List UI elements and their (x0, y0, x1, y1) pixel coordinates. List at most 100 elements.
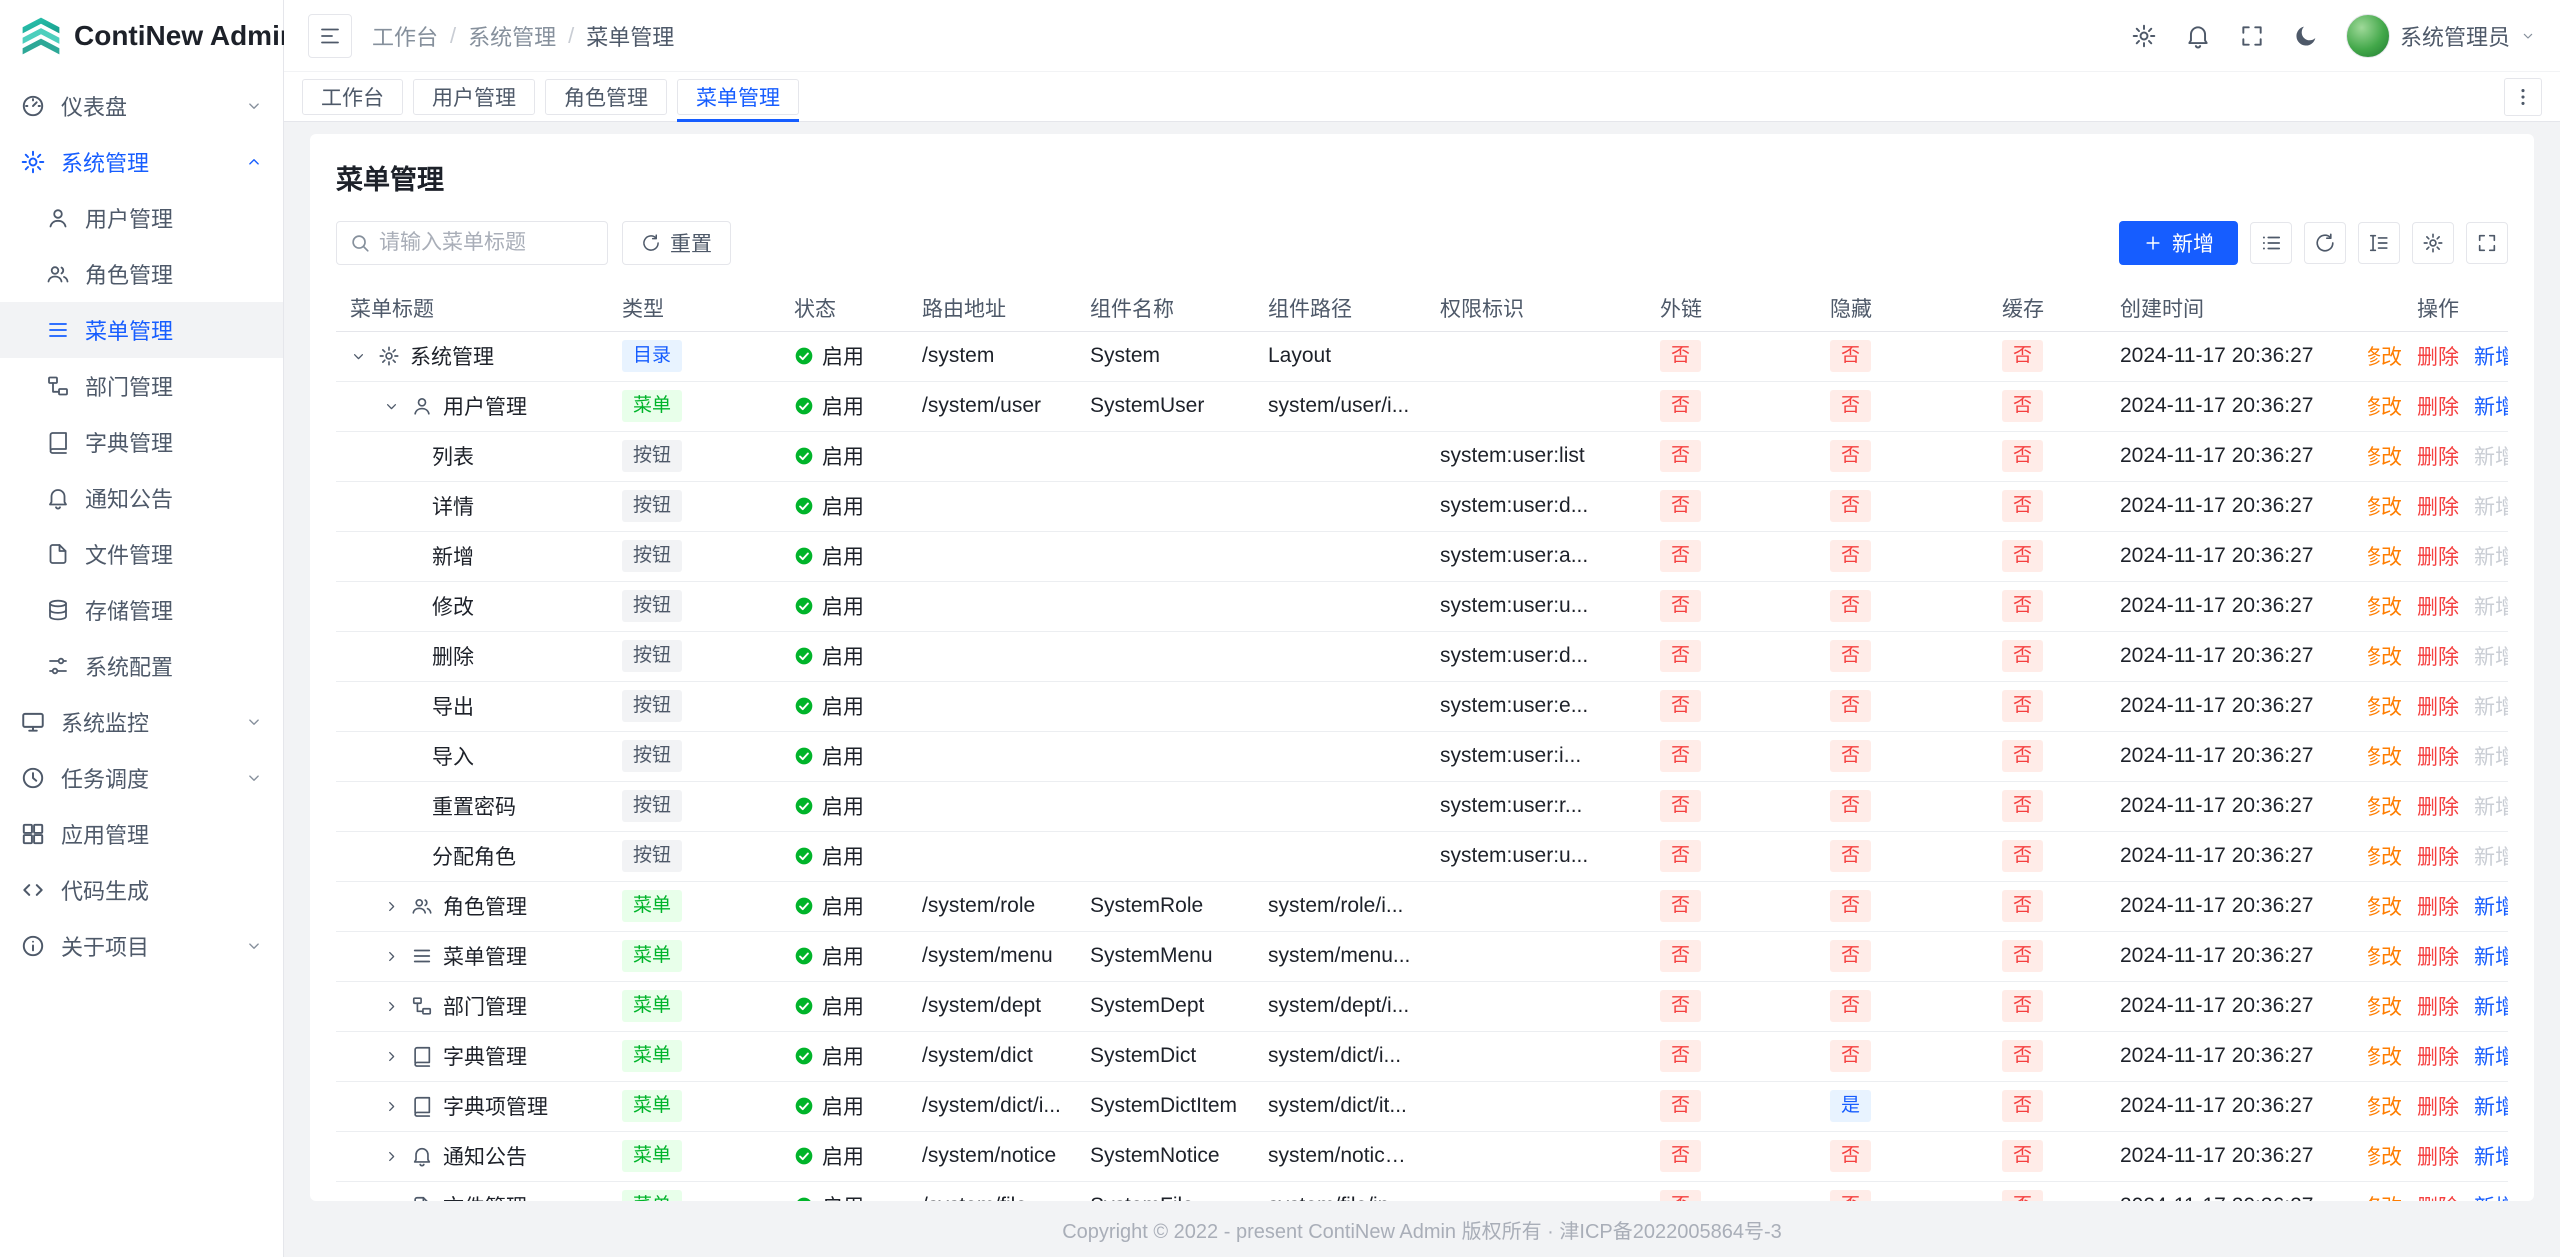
expand-closed-chevron-icon[interactable] (383, 1048, 411, 1065)
add-link[interactable]: 新增 (2474, 891, 2508, 921)
table-row: 列表按钮启用system:user:list否否否2024-11-17 20:3… (336, 431, 2508, 481)
expand-closed-chevron-icon[interactable] (383, 998, 411, 1015)
add-button[interactable]: 新增 (2119, 221, 2238, 265)
delete-link[interactable]: 删除 (2417, 841, 2459, 871)
status-label: 启用 (822, 341, 864, 371)
edit-link[interactable]: 修改 (2368, 941, 2402, 971)
edit-link[interactable]: 修改 (2368, 991, 2402, 1021)
breadcrumb-item[interactable]: 系统管理 (468, 20, 556, 52)
delete-link[interactable]: 删除 (2417, 1041, 2459, 1071)
edit-link[interactable]: 修改 (2368, 791, 2402, 821)
edit-link[interactable]: 修改 (2368, 741, 2402, 771)
sidebar-item[interactable]: 仪表盘 (0, 78, 283, 134)
expand-open-chevron-icon[interactable] (383, 398, 411, 415)
logo[interactable]: ContiNew Admin (0, 0, 283, 72)
edit-link[interactable]: 修改 (2368, 1091, 2402, 1121)
sidebar-item[interactable]: 应用管理 (0, 806, 283, 862)
expand-closed-chevron-icon[interactable] (383, 1148, 411, 1165)
edit-link[interactable]: 修改 (2368, 1041, 2402, 1071)
edit-link[interactable]: 修改 (2368, 491, 2402, 521)
user-menu[interactable]: 系统管理员 (2346, 14, 2536, 58)
sidebar-subitem[interactable]: 用户管理 (0, 190, 283, 246)
add-link[interactable]: 新增 (2474, 991, 2508, 1021)
delete-link[interactable]: 删除 (2417, 791, 2459, 821)
sidebar-subitem[interactable]: 角色管理 (0, 246, 283, 302)
add-link[interactable]: 新增 (2474, 941, 2508, 971)
edit-link[interactable]: 修改 (2368, 1141, 2402, 1171)
add-link[interactable]: 新增 (2474, 1041, 2508, 1071)
refresh-table-button[interactable] (2304, 222, 2346, 264)
row-height-button[interactable] (2358, 222, 2400, 264)
notifications-bell-icon[interactable] (2174, 12, 2222, 60)
delete-link[interactable]: 删除 (2417, 491, 2459, 521)
add-link[interactable]: 新增 (2474, 1141, 2508, 1171)
collapse-sidebar-button[interactable] (308, 14, 352, 58)
delete-link[interactable]: 删除 (2417, 441, 2459, 471)
expand-closed-chevron-icon[interactable] (383, 1098, 411, 1115)
column-settings-gear-button[interactable] (2412, 222, 2454, 264)
delete-link[interactable]: 删除 (2417, 541, 2459, 571)
expand-closed-chevron-icon[interactable] (383, 948, 411, 965)
edit-link[interactable]: 修改 (2368, 541, 2402, 571)
sidebar-subitem[interactable]: 字典管理 (0, 414, 283, 470)
list-view-button[interactable] (2250, 222, 2292, 264)
sidebar-item[interactable]: 关于项目 (0, 918, 283, 974)
sidebar-subitem[interactable]: 通知公告 (0, 470, 283, 526)
breadcrumb-item[interactable]: 工作台 (372, 20, 438, 52)
sidebar-item[interactable]: 代码生成 (0, 862, 283, 918)
delete-link[interactable]: 删除 (2417, 1141, 2459, 1171)
expand-open-chevron-icon[interactable] (350, 348, 378, 365)
add-link[interactable]: 新增 (2474, 341, 2508, 371)
sidebar-subitem[interactable]: 存储管理 (0, 582, 283, 638)
fullscreen-icon[interactable] (2228, 12, 2276, 60)
sidebar-subitem[interactable]: 菜单管理 (0, 302, 283, 358)
delete-link[interactable]: 删除 (2417, 641, 2459, 671)
delete-link[interactable]: 删除 (2417, 391, 2459, 421)
yes-no-badge: 否 (1830, 940, 1871, 972)
edit-link[interactable]: 修改 (2368, 691, 2402, 721)
sidebar-subitem[interactable]: 部门管理 (0, 358, 283, 414)
search-input[interactable] (379, 231, 595, 255)
edit-link[interactable]: 修改 (2368, 441, 2402, 471)
permission-cell (1426, 931, 1646, 981)
edit-link[interactable]: 修改 (2368, 341, 2402, 371)
logo-icon (20, 15, 62, 57)
sidebar-item[interactable]: 系统管理 (0, 134, 283, 190)
sidebar-item[interactable]: 系统监控 (0, 694, 283, 750)
sidebar-subitem[interactable]: 文件管理 (0, 526, 283, 582)
edit-link[interactable]: 修改 (2368, 841, 2402, 871)
column-header: 创建时间 (2106, 285, 2368, 331)
reset-button[interactable]: 重置 (622, 221, 731, 265)
edit-link[interactable]: 修改 (2368, 891, 2402, 921)
tab[interactable]: 用户管理 (413, 79, 535, 115)
delete-link[interactable]: 删除 (2417, 1091, 2459, 1121)
edit-link[interactable]: 修改 (2368, 1191, 2402, 1201)
tab[interactable]: 菜单管理 (677, 79, 799, 115)
expand-closed-chevron-icon[interactable] (383, 898, 411, 915)
tab[interactable]: 工作台 (302, 79, 403, 115)
edit-link[interactable]: 修改 (2368, 391, 2402, 421)
yes-no-badge: 否 (1830, 390, 1871, 422)
yes-no-badge: 否 (2002, 890, 2043, 922)
table-fullscreen-button[interactable] (2466, 222, 2508, 264)
sidebar-subitem[interactable]: 系统配置 (0, 638, 283, 694)
add-link[interactable]: 新增 (2474, 1091, 2508, 1121)
delete-link[interactable]: 删除 (2417, 1191, 2459, 1201)
add-link[interactable]: 新增 (2474, 391, 2508, 421)
delete-link[interactable]: 删除 (2417, 891, 2459, 921)
breadcrumb-item[interactable]: 菜单管理 (586, 20, 674, 52)
delete-link[interactable]: 删除 (2417, 941, 2459, 971)
tab[interactable]: 角色管理 (545, 79, 667, 115)
delete-link[interactable]: 删除 (2417, 341, 2459, 371)
delete-link[interactable]: 删除 (2417, 691, 2459, 721)
sidebar-item[interactable]: 任务调度 (0, 750, 283, 806)
delete-link[interactable]: 删除 (2417, 741, 2459, 771)
settings-icon[interactable] (2120, 12, 2168, 60)
delete-link[interactable]: 删除 (2417, 591, 2459, 621)
add-link[interactable]: 新增 (2474, 1191, 2508, 1201)
dark-mode-moon-icon[interactable] (2282, 12, 2330, 60)
edit-link[interactable]: 修改 (2368, 591, 2402, 621)
edit-link[interactable]: 修改 (2368, 641, 2402, 671)
tab-more-button[interactable] (2504, 78, 2542, 116)
delete-link[interactable]: 删除 (2417, 991, 2459, 1021)
